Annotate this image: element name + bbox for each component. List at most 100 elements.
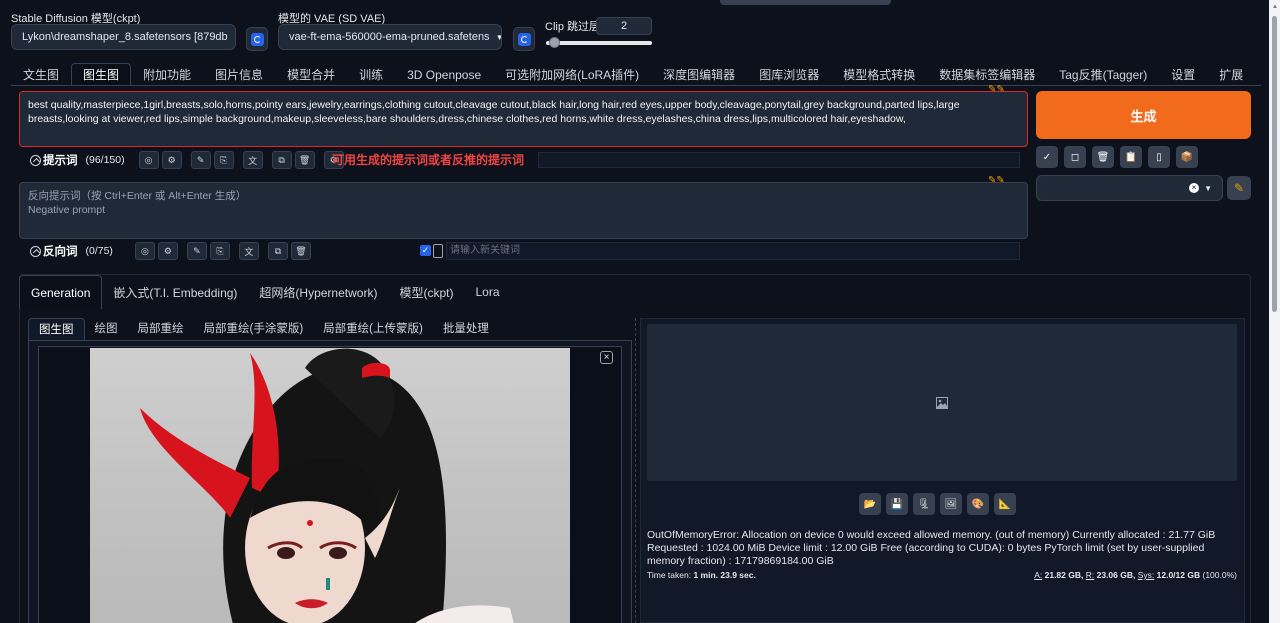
translate-icon[interactable]: 文	[242, 151, 263, 169]
edit-styles-button[interactable]: ✎	[1227, 176, 1251, 200]
clear-style-icon[interactable]: ◻	[1064, 146, 1086, 168]
main-tab-3[interactable]: 图片信息	[203, 63, 275, 85]
main-tab-13[interactable]: 设置	[1159, 63, 1207, 85]
close-image-button[interactable]: ×	[600, 351, 613, 364]
img2img-tab-2[interactable]: 局部重绘	[128, 318, 194, 340]
main-tab-7[interactable]: 可选附加网络(LoRA插件)	[493, 63, 651, 85]
image-input-area[interactable]: ×	[28, 340, 632, 623]
vae-dropdown[interactable]: vae-ft-ema-560000-ema-pruned.safetens ▼	[278, 24, 502, 50]
package-icon[interactable]: 📦	[1176, 146, 1198, 168]
styles-dropdown[interactable]: × ▼	[1036, 175, 1223, 201]
error-message: OutOfMemoryError: Allocation on device 0…	[647, 529, 1216, 567]
network-tab-4[interactable]: Lora	[464, 275, 510, 309]
bookmark-icon[interactable]: ⎘	[209, 242, 230, 260]
refresh-checkpoint-button[interactable]	[246, 27, 268, 51]
clip-number-input[interactable]: 2	[596, 17, 652, 35]
network-tab-0[interactable]: Generation	[19, 275, 103, 309]
main-tab-9[interactable]: 图库浏览器	[747, 63, 831, 85]
send-to-img2img-icon[interactable]: 🖼	[940, 493, 962, 515]
prompt-textarea[interactable]: best quality,masterpiece,1girl,breasts,s…	[19, 91, 1028, 147]
main-tab-8[interactable]: 深度图编辑器	[651, 63, 747, 85]
refresh-vae-button[interactable]	[513, 27, 535, 51]
paint-icon[interactable]: ✎✎	[988, 84, 1010, 96]
folder-icon[interactable]: 📂	[859, 493, 881, 515]
output-gallery[interactable]	[647, 324, 1237, 481]
edit-icon[interactable]: ✎	[190, 151, 211, 169]
img2img-tab-3[interactable]: 局部重绘(手涂蒙版)	[194, 318, 314, 340]
scroll-up-icon[interactable]: ▲	[1272, 4, 1278, 10]
output-actions: 📂 💾 🗜 🖼 🎨 📐	[859, 493, 1021, 515]
clipboard-icon[interactable]: 📋	[1120, 146, 1142, 168]
mem-a-label: A:	[1034, 570, 1043, 580]
network-tab-3[interactable]: 模型(ckpt)	[388, 275, 464, 309]
main-tab-6[interactable]: 3D Openpose	[395, 63, 493, 85]
main-tab-12[interactable]: Tag反推(Tagger)	[1047, 63, 1159, 85]
scrollbar[interactable]: ▲	[1269, 0, 1280, 623]
image-canvas: ×	[38, 346, 622, 623]
clip-label: Clip 跳过层	[545, 21, 601, 33]
clear-icon[interactable]: ×	[1189, 183, 1200, 193]
mem-sys-label: Sys:	[1137, 570, 1155, 580]
translate-icon[interactable]: 文	[238, 242, 259, 260]
globe-icon[interactable]: ◎	[138, 151, 159, 169]
scrollbar-thumb[interactable]	[1272, 16, 1277, 312]
clip-slider-thumb[interactable]	[549, 37, 561, 48]
cursor-icon	[433, 244, 443, 258]
main-tab-1[interactable]: 图生图	[71, 63, 132, 85]
bookmark-icon[interactable]: ⎘	[213, 151, 234, 169]
send-to-extras-icon[interactable]: 📐	[994, 493, 1016, 515]
card-icon[interactable]: ▯	[1148, 146, 1170, 168]
chevron-down-icon: ▼	[228, 33, 235, 42]
negative-title: 反向词	[43, 246, 78, 258]
negative-collapse-toggle[interactable]: 反向词	[30, 243, 78, 259]
img2img-tab-5[interactable]: 批量处理	[433, 318, 499, 340]
refresh-icon	[250, 32, 264, 46]
main-tab-4[interactable]: 模型合并	[275, 63, 347, 85]
prompt-title: 提示词	[43, 155, 78, 167]
img2img-tabs: 图生图 绘图 局部重绘 局部重绘(手涂蒙版) 局部重绘(上传蒙版) 批量处理	[28, 318, 632, 340]
img2img-tab-4[interactable]: 局部重绘(上传蒙版)	[313, 318, 433, 340]
negative-placeholder-line1: 反向提示词（按 Ctrl+Enter 或 Alt+Enter 生成）	[28, 190, 247, 202]
network-tab-2[interactable]: 超网络(Hypernetwork)	[248, 275, 388, 309]
vae-value: vae-ft-ema-560000-ema-pruned.safetens	[289, 31, 490, 43]
negative-keyword-input[interactable]: 请输入新关键词	[446, 242, 1020, 260]
trash-icon[interactable]: 🗑	[290, 242, 311, 260]
img2img-tab-0[interactable]: 图生图	[28, 318, 85, 340]
prompt-keyword-input[interactable]	[538, 152, 1020, 168]
apply-style-icon[interactable]: ✓	[1036, 146, 1058, 168]
edit-icon[interactable]: ✎	[186, 242, 207, 260]
main-tab-2[interactable]: 附加功能	[131, 63, 203, 85]
zip-icon[interactable]: 🗜	[913, 493, 935, 515]
keyword-checkbox[interactable]: ✓	[420, 245, 431, 256]
network-tab-1[interactable]: 嵌入式(T.I. Embedding)	[102, 275, 248, 309]
refresh-icon	[517, 32, 531, 46]
clip-slider-track[interactable]	[546, 41, 652, 45]
prompt-collapse-toggle[interactable]: 提示词	[30, 152, 78, 168]
globe-icon[interactable]: ◎	[134, 242, 155, 260]
main-tab-10[interactable]: 模型格式转换	[831, 63, 927, 85]
time-label: Time taken:	[647, 570, 692, 580]
generate-button[interactable]: 生成	[1036, 91, 1251, 139]
send-to-inpaint-icon[interactable]: 🎨	[967, 493, 989, 515]
top-handle	[720, 0, 891, 5]
copy-icon[interactable]: ⧉	[267, 242, 288, 260]
negative-prompt-textarea[interactable]: 反向提示词（按 Ctrl+Enter 或 Alt+Enter 生成） Negat…	[19, 182, 1028, 239]
gear-icon[interactable]: ⚙	[157, 242, 178, 260]
main-tab-11[interactable]: 数据集标签编辑器	[927, 63, 1047, 85]
collapse-icon	[30, 154, 41, 166]
checkpoint-dropdown[interactable]: Lykon\dreamshaper_8.safetensors [879db ▼	[11, 24, 236, 50]
negative-placeholder-line2: Negative prompt	[28, 204, 106, 216]
gear-icon[interactable]: ⚙	[161, 151, 182, 169]
save-icon[interactable]: 💾	[886, 493, 908, 515]
mem-pct: (100.0%)	[1202, 570, 1238, 580]
trash-icon[interactable]: 🗑	[294, 151, 315, 169]
img2img-tab-1[interactable]: 绘图	[85, 318, 128, 340]
memory-info: A: 21.82 GB, R: 23.06 GB, Sys: 12.0/12 G…	[1034, 570, 1237, 580]
input-image	[90, 348, 570, 623]
main-tab-5[interactable]: 训练	[347, 63, 395, 85]
copy-icon[interactable]: ⧉	[271, 151, 292, 169]
main-tab-0[interactable]: 文生图	[11, 63, 71, 85]
trash-icon[interactable]: 🗑	[1092, 146, 1114, 168]
time-value: 1 min. 23.9 sec.	[693, 570, 756, 580]
main-tab-14[interactable]: 扩展	[1207, 63, 1255, 85]
